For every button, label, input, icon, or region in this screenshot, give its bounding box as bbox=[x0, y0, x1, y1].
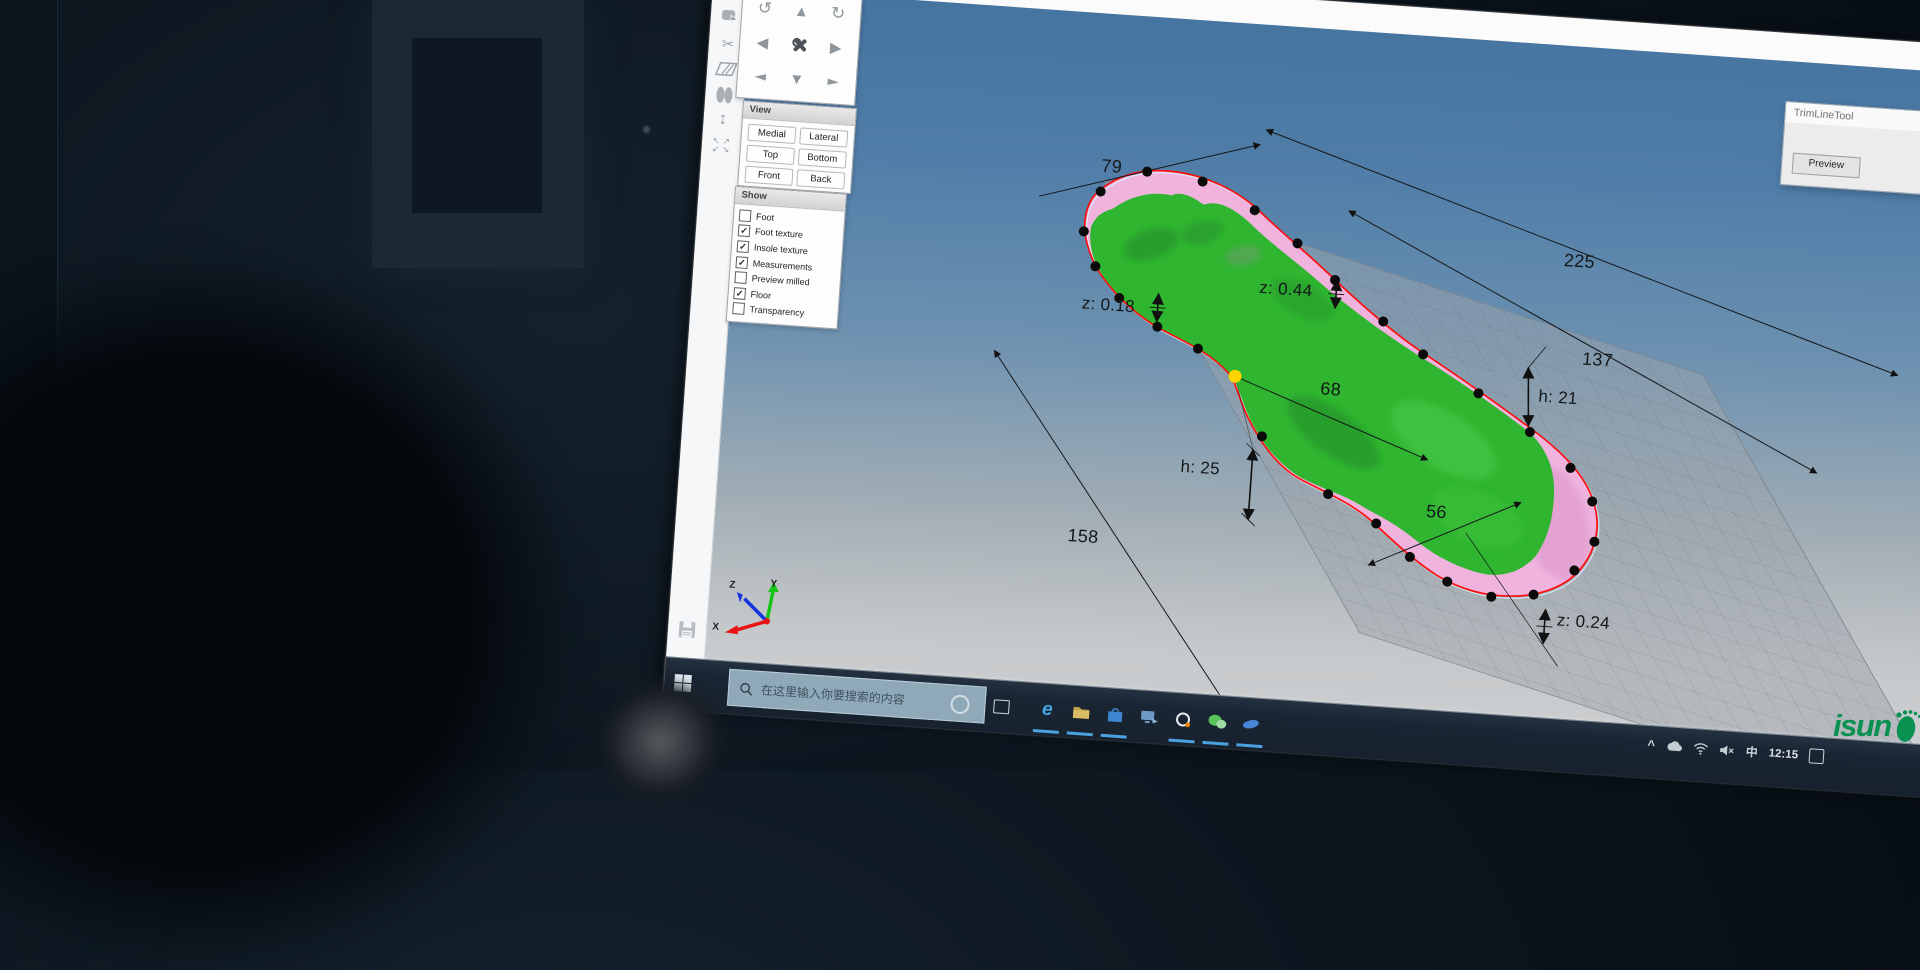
wifi-icon[interactable] bbox=[1692, 742, 1708, 755]
vertical-resize-tool[interactable]: ↕ bbox=[703, 108, 743, 135]
pan-down-button[interactable]: ▼ bbox=[777, 61, 816, 97]
insole-app-icon[interactable] bbox=[1238, 711, 1264, 737]
running-indicator bbox=[1236, 743, 1262, 748]
edge-icon[interactable]: e bbox=[1035, 697, 1061, 723]
tools-icon bbox=[790, 35, 809, 54]
background-monitor bbox=[372, 0, 584, 268]
background-monitor-screen bbox=[412, 38, 542, 213]
view-back-button[interactable]: Back bbox=[796, 169, 845, 189]
measurement-label: 56 bbox=[1425, 501, 1447, 523]
tools-button[interactable] bbox=[780, 27, 819, 63]
tray-chevron-icon[interactable]: ^ bbox=[1647, 737, 1656, 752]
preview-button[interactable]: Preview bbox=[1792, 153, 1861, 179]
ime-indicator[interactable]: 中 bbox=[1745, 743, 1758, 761]
rotate-ccw-button[interactable]: ↺ bbox=[745, 0, 784, 27]
tilt-left-button[interactable]: ◀ bbox=[741, 66, 779, 87]
checkbox[interactable]: ✓ bbox=[733, 287, 746, 300]
measurement-label: 79 bbox=[1101, 155, 1123, 177]
measurement-label: 68 bbox=[1320, 378, 1342, 400]
measurement-label: z: 0.24 bbox=[1556, 610, 1610, 634]
view-lateral-button[interactable]: Lateral bbox=[799, 127, 848, 147]
axis-indicator: Y Z X bbox=[709, 571, 784, 646]
brand-watermark: isun bbox=[1833, 700, 1920, 752]
axis-x-label: X bbox=[712, 621, 720, 632]
save-icon[interactable] bbox=[667, 618, 707, 645]
store-icon[interactable] bbox=[1102, 702, 1128, 728]
task-view-icon[interactable] bbox=[989, 694, 1015, 720]
view-panel: View Medial Lateral Top Bottom Front Bac… bbox=[737, 100, 857, 194]
running-indicator bbox=[1067, 731, 1093, 736]
person-silhouette bbox=[0, 250, 580, 970]
pan-left-button[interactable]: ◀ bbox=[743, 24, 782, 60]
expand-view-tool[interactable]: ↖ ↗↙ ↘ bbox=[701, 136, 741, 163]
volume-muted-icon[interactable] bbox=[1718, 743, 1735, 756]
pan-up-button[interactable]: ▲ bbox=[782, 0, 821, 29]
qq-icon[interactable] bbox=[1170, 707, 1196, 733]
navigation-panel: ↺ ▲ ↻ ◀ ▶ ◀ ▼ ▶ bbox=[735, 0, 864, 106]
measurement-label: h: 25 bbox=[1180, 457, 1221, 480]
search-placeholder: 在这里输入你要搜索的内容 bbox=[760, 681, 905, 708]
measurement-label: z: 0.18 bbox=[1081, 293, 1135, 317]
measurement-label: 137 bbox=[1581, 348, 1613, 371]
file-explorer-icon[interactable] bbox=[1068, 700, 1094, 726]
action-center-icon[interactable] bbox=[1809, 748, 1825, 764]
axis-z-label: Z bbox=[729, 580, 736, 591]
cortana-icon[interactable] bbox=[947, 691, 973, 717]
axis-y-label: Y bbox=[770, 578, 778, 589]
foot-logo-icon bbox=[1893, 709, 1920, 743]
view-medial-button[interactable]: Medial bbox=[747, 124, 796, 144]
running-indicator bbox=[1101, 734, 1127, 739]
checkbox[interactable]: ✓ bbox=[737, 240, 750, 253]
onedrive-cloud-icon[interactable] bbox=[1666, 740, 1683, 752]
running-indicator bbox=[1202, 741, 1228, 746]
rotate-cw-button[interactable]: ↻ bbox=[819, 0, 858, 32]
monitor-screen: 79 225 137 z: 0.18 z: 0.44 68 h: 21 h: 2… bbox=[663, 0, 1920, 798]
wechat-icon[interactable] bbox=[1204, 709, 1230, 735]
pan-right-button[interactable]: ▶ bbox=[816, 29, 855, 65]
trimlinetool-dialog: TrimLineTool Preview OK bbox=[1780, 101, 1920, 199]
checkbox[interactable]: ✓ bbox=[738, 225, 751, 238]
brand-text: isun bbox=[1833, 708, 1891, 744]
photo-of-monitor: { "panels": { "view": { "title": "View",… bbox=[0, 0, 1920, 770]
measurement-label: h: 21 bbox=[1538, 387, 1579, 410]
remote-pc-icon[interactable] bbox=[1136, 704, 1162, 730]
checkbox[interactable] bbox=[734, 271, 747, 284]
clock[interactable]: 12:15 bbox=[1768, 747, 1798, 761]
view-bottom-button[interactable]: Bottom bbox=[798, 148, 847, 168]
measurement-label: 225 bbox=[1563, 250, 1595, 273]
running-indicator bbox=[1168, 739, 1194, 744]
show-panel: Show Foot ✓Foot texture ✓Insole texture … bbox=[726, 186, 847, 329]
measurement-label: z: 0.44 bbox=[1259, 278, 1313, 302]
running-indicator bbox=[1033, 729, 1059, 734]
background-led bbox=[643, 126, 650, 133]
view-front-button[interactable]: Front bbox=[744, 166, 793, 186]
measurement-label: 158 bbox=[1067, 525, 1099, 548]
tilt-right-button[interactable]: ▶ bbox=[814, 71, 852, 92]
checkbox[interactable]: ✓ bbox=[735, 256, 748, 269]
view-top-button[interactable]: Top bbox=[746, 145, 795, 165]
checkbox[interactable] bbox=[732, 302, 745, 315]
checkbox[interactable] bbox=[739, 209, 752, 222]
